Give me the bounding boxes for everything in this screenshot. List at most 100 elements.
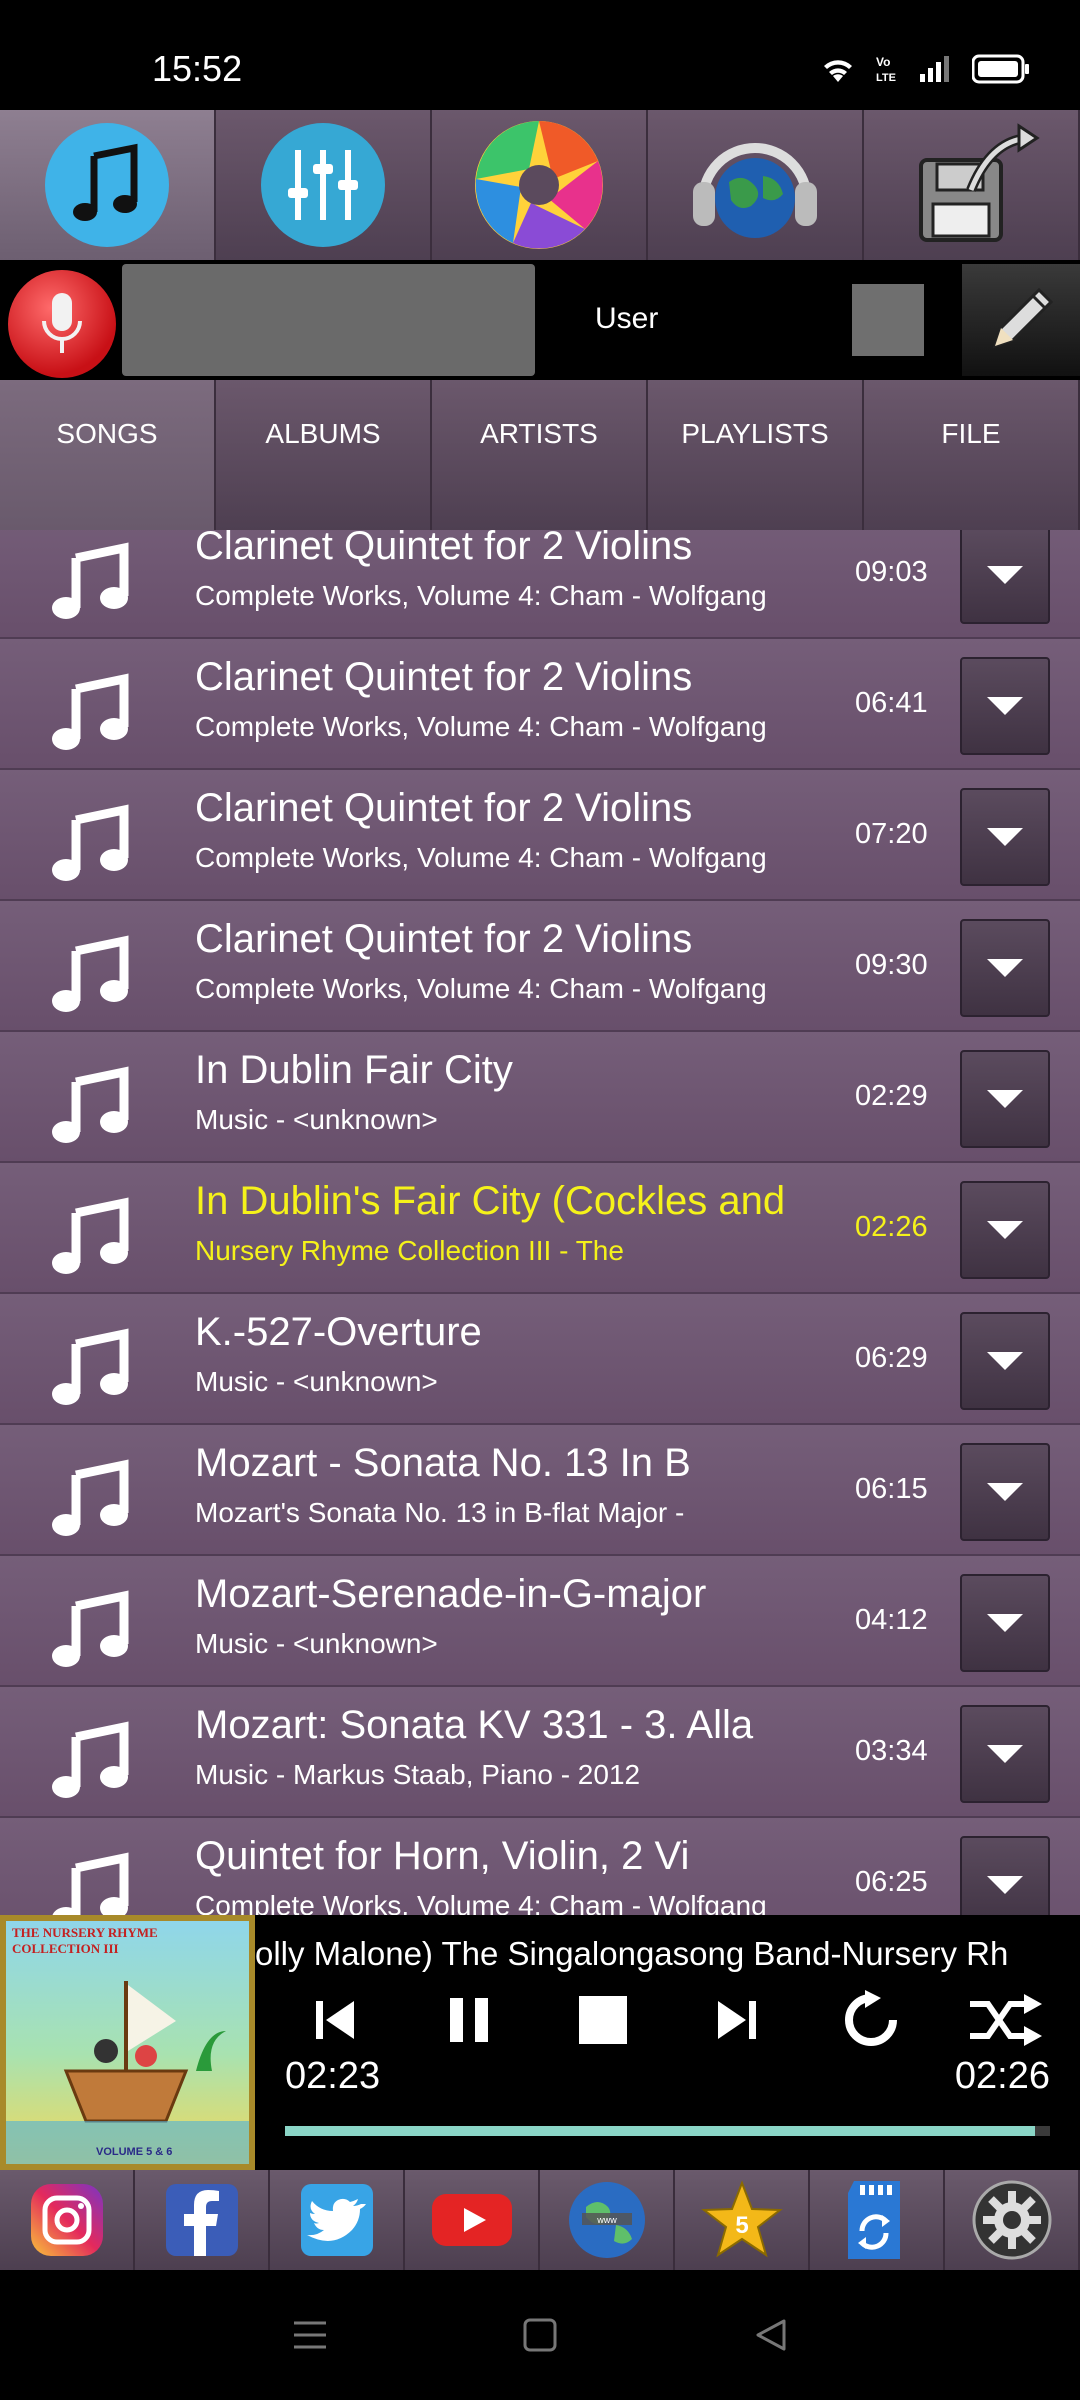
song-options-button[interactable] <box>960 1574 1050 1672</box>
instagram-button[interactable] <box>0 2170 135 2270</box>
rate-button[interactable]: 5 <box>675 2170 810 2270</box>
star-icon: 5 <box>700 2180 783 2258</box>
song-duration: 06:41 <box>855 687 928 719</box>
home-icon[interactable] <box>520 2315 560 2355</box>
skip-next-icon <box>718 2001 756 2039</box>
pause-button[interactable] <box>424 1975 514 2065</box>
pencil-icon <box>992 287 1054 349</box>
shuffle-icon <box>970 1994 1042 2046</box>
song-duration: 07:20 <box>855 818 928 850</box>
menu-icon[interactable] <box>290 2315 330 2355</box>
song-title: Quintet for Horn, Violin, 2 Vi <box>195 1834 690 1878</box>
seek-bar[interactable] <box>285 2126 1050 2136</box>
back-icon[interactable] <box>750 2315 790 2355</box>
chevron-down-icon <box>987 566 1023 584</box>
svg-text:5: 5 <box>735 2212 748 2239</box>
twitter-icon <box>300 2184 373 2256</box>
now-playing-bar: THE NURSERY RHYME COLLECTION III VOLUME … <box>0 1915 1080 2170</box>
shuffle-button[interactable] <box>960 1975 1050 2065</box>
song-options-button[interactable] <box>960 1443 1050 1541</box>
streaming-button[interactable] <box>648 110 864 260</box>
facebook-button[interactable] <box>135 2170 270 2270</box>
song-options-button[interactable] <box>960 788 1050 886</box>
chevron-down-icon <box>987 1614 1023 1632</box>
user-color-swatch[interactable] <box>852 284 924 356</box>
aperture-button[interactable] <box>432 110 648 260</box>
song-row[interactable]: In Dublin's Fair City (Cockles and Nurser… <box>0 1163 1080 1294</box>
song-duration: 04:12 <box>855 1604 928 1636</box>
pause-icon <box>450 1998 488 2042</box>
sd-sync-button[interactable] <box>810 2170 945 2270</box>
song-title: Mozart-Serenade-in-G-major <box>195 1572 707 1616</box>
edit-button[interactable] <box>962 264 1080 376</box>
tab-artists[interactable]: ARTISTS <box>432 380 648 530</box>
song-duration: 06:29 <box>855 1342 928 1374</box>
chevron-down-icon <box>987 959 1023 977</box>
song-options-button[interactable] <box>960 657 1050 755</box>
song-options-button[interactable] <box>960 1181 1050 1279</box>
song-options-button[interactable] <box>960 1836 1050 1915</box>
song-options-button[interactable] <box>960 1705 1050 1803</box>
song-title: Mozart - Sonata No. 13 In B <box>195 1441 691 1485</box>
song-row[interactable]: Mozart: Sonata KV 331 - 3. Alla Music - M… <box>0 1687 1080 1818</box>
music-note-icon <box>52 1852 129 1915</box>
chevron-down-icon <box>987 1483 1023 1501</box>
skip-previous-icon <box>316 2001 354 2039</box>
library-tabs: SONGS ALBUMS ARTISTS PLAYLISTS FILE <box>0 380 1080 530</box>
music-button[interactable] <box>0 110 216 260</box>
song-options-button[interactable] <box>960 1050 1050 1148</box>
song-duration: 02:29 <box>855 1080 928 1112</box>
song-list[interactable]: Clarinet Quintet for 2 Violins Complete W… <box>0 530 1080 1915</box>
svg-text:www: www <box>596 2215 617 2225</box>
settings-gear-icon <box>972 2180 1051 2260</box>
song-row[interactable]: Clarinet Quintet for 2 Violins Complete W… <box>0 770 1080 901</box>
status-bar: 15:52 Vo LTE <box>0 0 1080 110</box>
song-row[interactable]: K.-527-Overture Music - <unknown> 06:29 <box>0 1294 1080 1425</box>
aperture-icon <box>475 121 603 249</box>
user-row: User <box>0 260 1080 380</box>
song-subtitle: Complete Works, Volume 4: Cham - Wolfgan… <box>195 1890 767 1915</box>
tab-file[interactable]: FILE <box>864 380 1080 530</box>
playback-controls <box>290 1975 1050 2065</box>
song-title: Clarinet Quintet for 2 Violins <box>195 655 693 699</box>
chevron-down-icon <box>987 1090 1023 1108</box>
song-options-button[interactable] <box>960 530 1050 624</box>
song-row[interactable]: Clarinet Quintet for 2 Violins Complete W… <box>0 639 1080 770</box>
song-title: In Dublin's Fair City (Cockles and <box>195 1179 786 1223</box>
user-input-box[interactable] <box>122 264 535 376</box>
headphones-globe-icon <box>693 143 817 238</box>
record-button[interactable] <box>8 270 116 378</box>
song-subtitle: Music - <unknown> <box>195 1366 438 1397</box>
song-row[interactable]: Clarinet Quintet for 2 Violins Complete W… <box>0 530 1080 639</box>
save-export-button[interactable] <box>864 110 1080 260</box>
tab-albums[interactable]: ALBUMS <box>216 380 432 530</box>
svg-text:Vo: Vo <box>876 55 890 69</box>
equalizer-button[interactable] <box>216 110 432 260</box>
youtube-button[interactable] <box>405 2170 540 2270</box>
repeat-button[interactable] <box>826 1975 916 2065</box>
music-note-icon <box>52 1328 129 1405</box>
system-nav-bar <box>0 2270 1080 2400</box>
song-duration: 09:30 <box>855 949 928 981</box>
song-row[interactable]: Clarinet Quintet for 2 Violins Complete W… <box>0 901 1080 1032</box>
music-note-icon <box>52 1590 129 1667</box>
website-button[interactable]: www <box>540 2170 675 2270</box>
song-row[interactable]: In Dublin Fair City Music - <unknown> 02:2… <box>0 1032 1080 1163</box>
next-button[interactable] <box>692 1975 782 2065</box>
stop-button[interactable] <box>558 1975 648 2065</box>
song-row[interactable]: Mozart-Serenade-in-G-major Music - <unkno… <box>0 1556 1080 1687</box>
song-row[interactable]: Mozart - Sonata No. 13 In B Mozart's Sona… <box>0 1425 1080 1556</box>
tab-songs[interactable]: SONGS <box>0 380 216 530</box>
song-options-button[interactable] <box>960 919 1050 1017</box>
twitter-button[interactable] <box>270 2170 405 2270</box>
previous-button[interactable] <box>290 1975 380 2065</box>
album-art[interactable]: THE NURSERY RHYME COLLECTION III VOLUME … <box>0 1915 255 2170</box>
song-subtitle: Music - <unknown> <box>195 1104 438 1135</box>
song-options-button[interactable] <box>960 1312 1050 1410</box>
song-row[interactable]: Quintet for Horn, Violin, 2 Vi Complete W… <box>0 1818 1080 1915</box>
settings-button[interactable] <box>945 2170 1080 2270</box>
tab-playlists[interactable]: PLAYLISTS <box>648 380 864 530</box>
instagram-icon <box>30 2184 103 2256</box>
facebook-icon <box>165 2184 238 2256</box>
song-subtitle: Complete Works, Volume 4: Cham - Wolfgan… <box>195 842 767 873</box>
